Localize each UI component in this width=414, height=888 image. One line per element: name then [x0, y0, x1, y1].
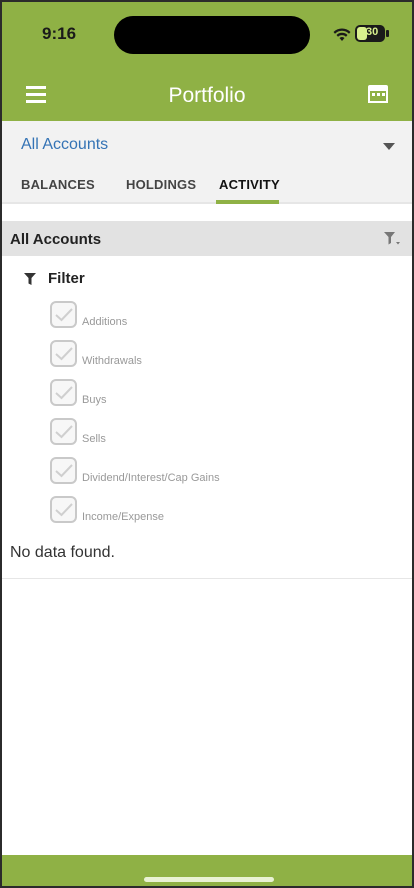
battery-tip	[386, 30, 389, 37]
account-and-tabs: All Accounts BALANCES HOLDINGS ACTIVITY	[2, 121, 412, 204]
filter-option-label: Additions	[82, 316, 128, 328]
battery-icon: 30	[355, 25, 385, 42]
checkbox[interactable]	[50, 457, 77, 484]
tab-activity[interactable]: ACTIVITY	[219, 177, 280, 192]
section-title: All Accounts	[10, 231, 102, 248]
app-header: 9:16 30 Portfolio	[2, 2, 412, 121]
phone-screen: 9:16 30 Portfolio All Accounts BALANCES …	[0, 0, 414, 888]
filter-panel: Filter Additions Withdrawals Buys Sells	[2, 256, 412, 576]
tab-bar: BALANCES HOLDINGS ACTIVITY	[2, 171, 412, 204]
page-title: Portfolio	[168, 84, 246, 107]
checkmark-icon	[55, 347, 73, 361]
active-tab-indicator	[216, 200, 279, 204]
filter-option-label: Sells	[82, 433, 106, 445]
filter-option-dividend-interest-cap-gains[interactable]: Dividend/Interest/Cap Gains	[50, 457, 390, 487]
filter-dropdown-icon[interactable]	[384, 232, 400, 246]
filter-option-withdrawals[interactable]: Withdrawals	[50, 340, 390, 370]
filter-icon	[24, 273, 36, 285]
account-select[interactable]: All Accounts	[2, 121, 412, 165]
filter-option-label: Dividend/Interest/Cap Gains	[82, 472, 220, 484]
filter-option-label: Income/Expense	[82, 511, 164, 523]
filter-option-additions[interactable]: Additions	[50, 301, 390, 331]
checkbox[interactable]	[50, 379, 77, 406]
dynamic-island	[114, 16, 310, 54]
calendar-icon[interactable]	[368, 85, 388, 103]
checkbox[interactable]	[50, 301, 77, 328]
wifi-icon	[333, 28, 351, 41]
checkbox[interactable]	[50, 496, 77, 523]
filter-option-sells[interactable]: Sells	[50, 418, 390, 448]
filter-option-label: Withdrawals	[82, 355, 142, 367]
checkmark-icon	[55, 464, 73, 478]
checkmark-icon	[55, 386, 73, 400]
caret-down-icon	[383, 143, 395, 150]
tab-balances[interactable]: BALANCES	[21, 177, 95, 192]
filter-heading-label: Filter	[48, 270, 85, 287]
tab-holdings[interactable]: HOLDINGS	[126, 177, 196, 192]
section-header: All Accounts	[2, 221, 412, 256]
checkbox[interactable]	[50, 340, 77, 367]
checkbox[interactable]	[50, 418, 77, 445]
checkmark-icon	[55, 308, 73, 322]
bottom-bar	[2, 855, 412, 886]
account-select-value: All Accounts	[21, 136, 109, 153]
checkmark-icon	[55, 503, 73, 517]
status-time: 9:16	[42, 24, 77, 43]
filter-option-label: Buys	[82, 394, 107, 406]
filter-option-buys[interactable]: Buys	[50, 379, 390, 409]
empty-state-message: No data found.	[10, 544, 115, 561]
checkmark-icon	[55, 425, 73, 439]
filter-option-income-expense[interactable]: Income/Expense	[50, 496, 390, 526]
battery-level: 30	[366, 26, 379, 38]
empty-state: No data found.	[2, 544, 412, 579]
home-indicator[interactable]	[144, 877, 274, 882]
